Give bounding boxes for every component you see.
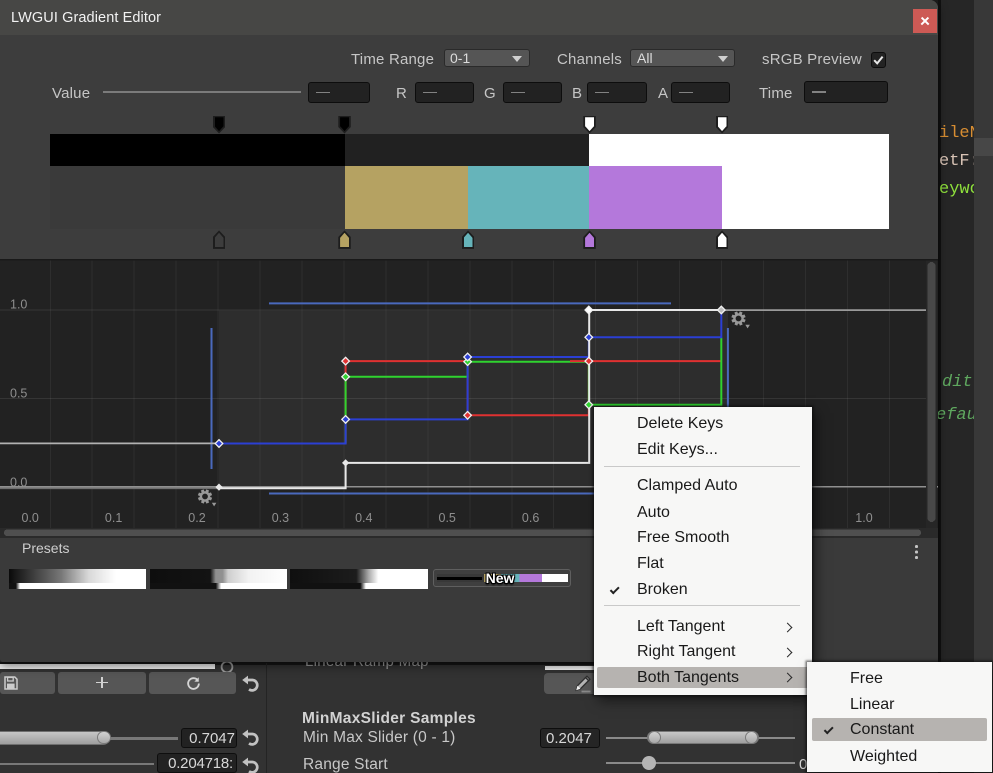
svg-text:0.1: 0.1 [105,511,122,525]
svg-text:0.0: 0.0 [10,476,27,490]
svg-text:0.5: 0.5 [10,386,27,400]
svg-text:0.4: 0.4 [355,511,372,525]
svg-text:0.3: 0.3 [272,511,289,525]
svg-text:0.2: 0.2 [188,511,205,525]
svg-text:0.0: 0.0 [22,511,39,525]
svg-text:1.0: 1.0 [10,298,27,312]
svg-text:1.0: 1.0 [855,511,872,525]
svg-text:0.6: 0.6 [522,511,539,525]
svg-text:0.5: 0.5 [439,511,456,525]
